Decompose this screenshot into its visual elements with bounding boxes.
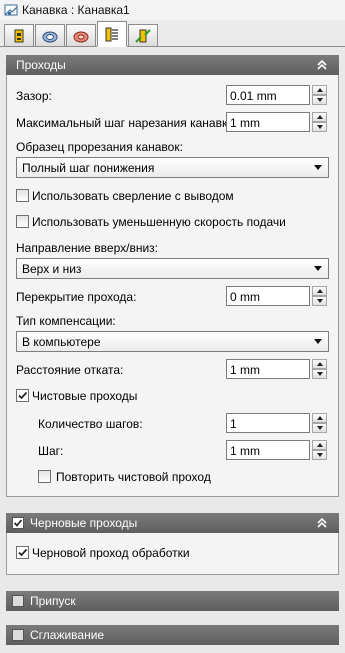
step-input[interactable]: 1 mm [226,440,310,460]
chevron-down-icon [314,339,322,344]
passes-header[interactable]: Проходы [6,55,339,75]
spin-down-icon[interactable] [312,423,327,433]
clearance-label: Зазор: [16,89,52,103]
number-of-steps-spinner[interactable] [312,413,327,433]
groove-feature-icon [4,3,18,17]
direction-dropdown[interactable]: Верх и низ [16,258,329,279]
tab-passes[interactable] [97,21,127,47]
chevron-down-icon [314,266,322,271]
passes-icon [105,27,118,42]
repeat-finish-checkbox[interactable] [38,470,51,483]
collapse-icon[interactable] [315,58,329,72]
finish-passes-checkbox[interactable] [16,389,29,402]
finish-passes-label: Чистовые проходы [32,389,138,403]
number-of-steps-label: Количество шагов: [38,417,143,431]
direction-label: Направление вверх/вниз: [16,241,159,255]
holder-icon [42,31,58,42]
pass-overlap-input[interactable]: 0 mm [226,286,310,306]
chevron-down-icon [314,165,322,170]
tab-tool[interactable] [4,24,34,46]
retract-distance-input[interactable]: 1 mm [226,359,310,379]
number-of-steps-input[interactable]: 1 [226,413,310,433]
stock-header[interactable]: Припуск [6,591,339,611]
clearance-spinner[interactable] [312,85,327,105]
tab-parameters[interactable] [66,24,96,46]
spin-down-icon[interactable] [312,296,327,306]
spin-up-icon[interactable] [312,112,327,122]
pass-overlap-label: Перекрытие прохода: [16,290,137,304]
stock-header-label: Припуск [30,594,76,608]
retract-distance-label: Расстояние отката: [16,363,124,377]
passes-header-label: Проходы [16,58,66,72]
pass-overlap-spinner[interactable] [312,286,327,306]
stock-checkbox[interactable] [12,595,24,607]
linking-icon [135,28,151,43]
spin-down-icon[interactable] [312,369,327,379]
smoothing-header[interactable]: Сглаживание [6,625,339,645]
use-pecking-checkbox[interactable] [16,189,29,202]
window-title: Канавка : Канавка1 [22,3,130,17]
rough-passes-header-label: Черновые проходы [30,516,138,530]
checkmark-icon [13,519,23,527]
use-pecking-label: Использовать сверление с выводом [32,189,234,203]
retract-distance-spinner[interactable] [312,359,327,379]
groove-pattern-label: Образец прорезания канавок: [16,140,183,154]
spin-up-icon[interactable] [312,413,327,423]
spin-down-icon[interactable] [312,122,327,132]
collapse-icon[interactable] [315,516,329,530]
spin-down-icon[interactable] [312,95,327,105]
clearance-input[interactable]: 0.01 mm [226,85,310,105]
checkmark-icon [18,391,28,400]
max-stepdown-label: Максимальный шаг нарезания канавки: [16,116,238,130]
compensation-label: Тип компенсации: [16,314,116,328]
compensation-dropdown[interactable]: В компьютере [16,331,329,352]
repeat-finish-label: Повторить чистовой проход [56,470,211,484]
tab-holder[interactable] [35,24,65,46]
spin-up-icon[interactable] [312,440,327,450]
spin-up-icon[interactable] [312,85,327,95]
rough-finishing-pass-checkbox[interactable] [16,546,29,559]
parameters-icon [73,31,89,42]
max-stepdown-spinner[interactable] [312,112,327,132]
rough-passes-header[interactable]: Черновые проходы [6,513,339,533]
reduced-feed-checkbox[interactable] [16,215,29,228]
tool-icon [14,29,24,42]
smoothing-checkbox[interactable] [12,629,24,641]
max-stepdown-input[interactable]: 1 mm [226,112,310,132]
spin-up-icon[interactable] [312,359,327,369]
groove-pattern-dropdown[interactable]: Полный шаг понижения [16,157,329,178]
spin-up-icon[interactable] [312,286,327,296]
rough-finishing-pass-label: Черновой проход обработки [32,546,190,560]
step-label: Шаг: [38,444,64,458]
checkmark-icon [18,548,28,557]
step-spinner[interactable] [312,440,327,460]
smoothing-header-label: Сглаживание [30,628,105,642]
spin-down-icon[interactable] [312,450,327,460]
tab-linking[interactable] [128,24,158,46]
rough-passes-checkbox[interactable] [12,517,24,529]
reduced-feed-label: Использовать уменьшенную скорость подачи [32,215,286,229]
